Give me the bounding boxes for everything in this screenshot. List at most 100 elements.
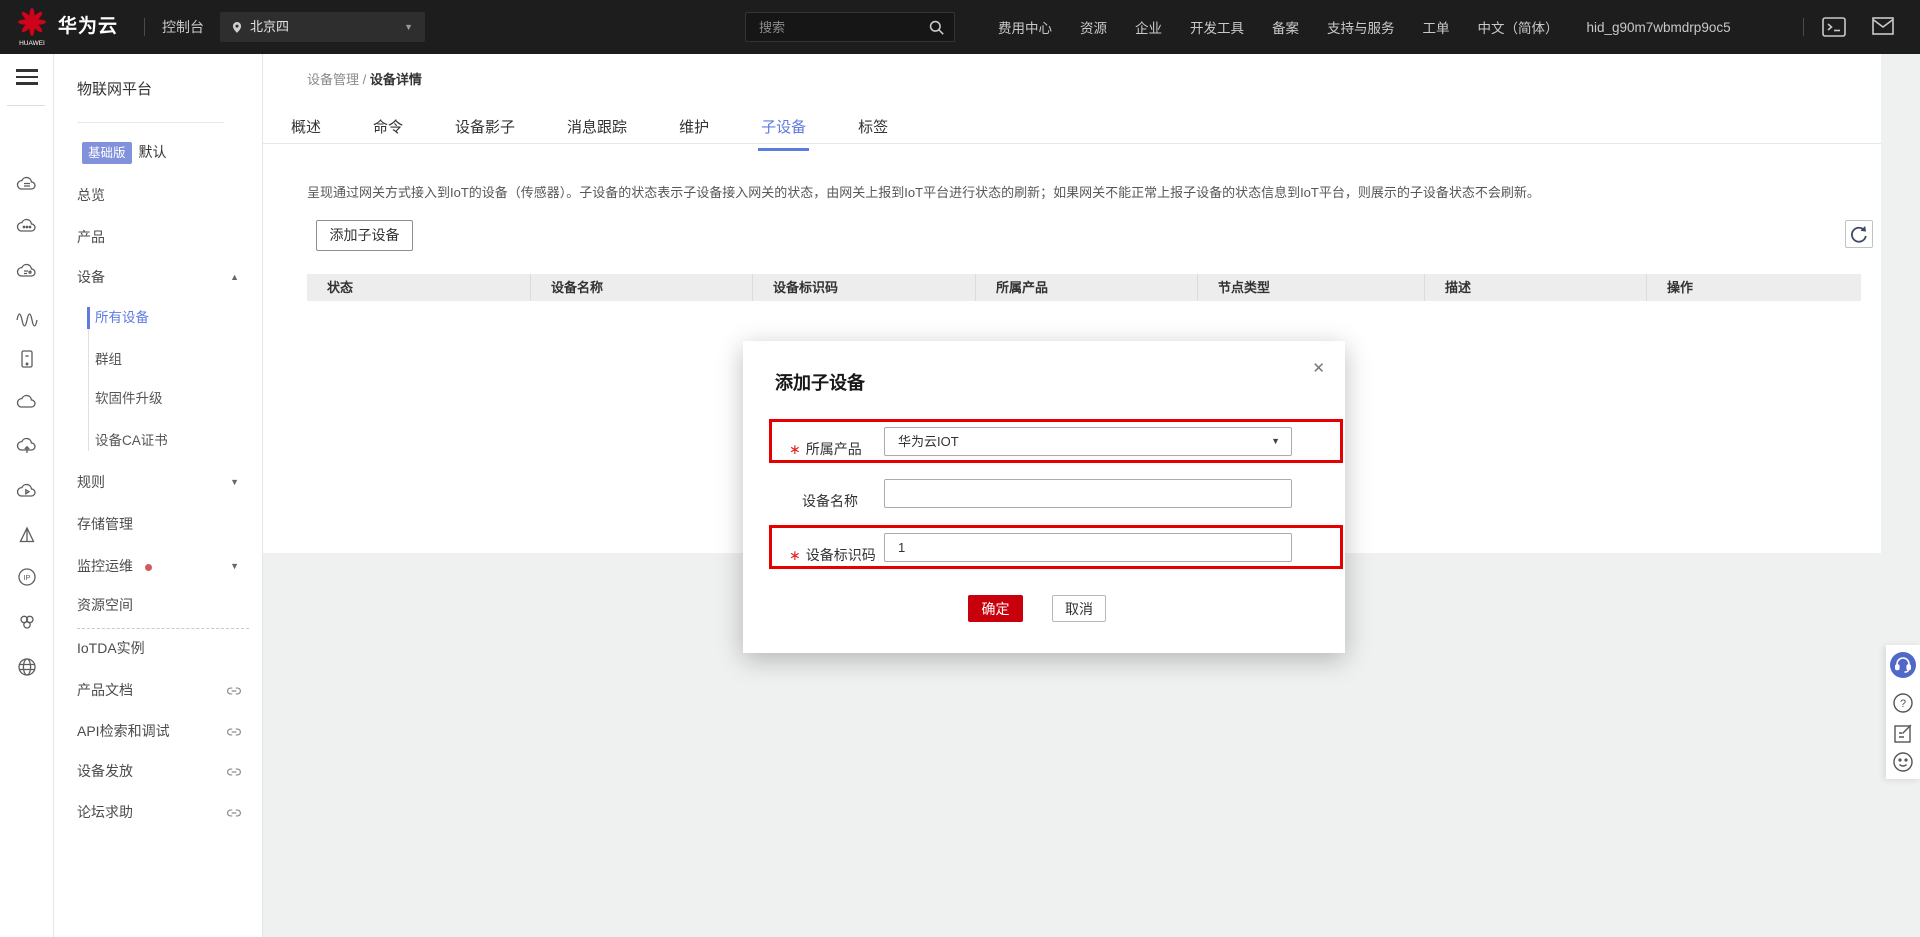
edition-badge: 基础版: [82, 142, 132, 164]
column-description[interactable]: 描述: [1425, 274, 1647, 301]
column-product[interactable]: 所属产品: [976, 274, 1198, 301]
terminal-icon[interactable]: [1822, 17, 1846, 42]
column-node-type[interactable]: 节点类型: [1198, 274, 1425, 301]
sidebar-item-api-explorer[interactable]: API检索和调试: [77, 721, 247, 741]
sidebar-item-overview[interactable]: 总览: [77, 185, 247, 205]
notification-dot: [145, 564, 152, 571]
region-selector[interactable]: 北京四 ▼: [220, 12, 425, 42]
sidebar-item-iotda-instance[interactable]: IoTDA实例: [77, 638, 247, 658]
account-id[interactable]: hid_g90m7wbmdrp9oc5: [1587, 20, 1731, 35]
sidebar-item-product-docs[interactable]: 产品文档: [77, 680, 247, 700]
feedback-icon[interactable]: [1890, 721, 1916, 747]
menu-billing[interactable]: 费用中心: [998, 17, 1052, 37]
add-child-device-button[interactable]: 添加子设备: [316, 220, 413, 251]
breadcrumb-parent[interactable]: 设备管理: [307, 72, 359, 87]
tab-child-devices[interactable]: 子设备: [758, 116, 809, 151]
sidebar-item-device-ca-cert[interactable]: 设备CA证书: [95, 431, 247, 451]
search-input[interactable]: [746, 13, 922, 41]
prism-icon[interactable]: [15, 524, 39, 548]
chevron-down-icon: ▼: [1271, 428, 1280, 455]
mobile-device-icon[interactable]: [15, 347, 39, 371]
cancel-button[interactable]: 取消: [1052, 595, 1106, 622]
required-asterisk: ∗: [789, 441, 801, 457]
breadcrumb-current: 设备详情: [370, 72, 422, 87]
breadcrumb-separator: /: [363, 72, 367, 87]
globe-icon[interactable]: [15, 655, 39, 679]
chevron-up-icon: ▲: [230, 267, 239, 287]
cloud-icon[interactable]: [15, 390, 39, 414]
tab-message-trace[interactable]: 消息跟踪: [564, 116, 630, 151]
cloud-server-icon[interactable]: [15, 172, 39, 196]
divider: [77, 122, 224, 123]
cloud-media-icon[interactable]: [15, 479, 39, 503]
device-identifier-input[interactable]: [884, 533, 1292, 562]
customer-service-icon[interactable]: [1890, 652, 1916, 678]
sidebar-title: 物联网平台: [77, 78, 152, 99]
tab-bar: 概述 命令 设备影子 消息跟踪 维护 子设备 标签: [288, 116, 891, 151]
edition-row: 基础版默认: [82, 142, 167, 162]
product-select[interactable]: 华为云IOT ▼: [884, 427, 1292, 456]
ip-address-icon[interactable]: IP: [15, 565, 39, 589]
device-name-input[interactable]: [884, 479, 1292, 508]
column-operation[interactable]: 操作: [1647, 274, 1861, 301]
floating-toolbar: ?: [1886, 645, 1920, 779]
svg-text:HUAWEI: HUAWEI: [19, 40, 45, 47]
huawei-logo-icon[interactable]: HUAWEI: [12, 6, 52, 48]
menu-enterprise[interactable]: 企业: [1135, 17, 1162, 37]
menu-ticket[interactable]: 工单: [1423, 17, 1450, 37]
brand-name[interactable]: 华为云: [58, 0, 118, 54]
sidebar-item-resource-space[interactable]: 资源空间: [77, 595, 247, 615]
cloud-dots-icon[interactable]: [15, 214, 39, 238]
rail-divider: [7, 105, 45, 106]
sidebar-item-storage[interactable]: 存储管理: [77, 514, 247, 534]
help-icon[interactable]: ?: [1890, 690, 1916, 716]
external-link-icon: [227, 724, 241, 744]
search-icon[interactable]: [927, 18, 946, 42]
sidebar-item-firmware-upgrade[interactable]: 软固件升级: [95, 389, 247, 409]
sidebar: 物联网平台 基础版默认 总览 产品 设备▲ 所有设备 群组 软固件升级 设备CA…: [54, 54, 263, 937]
table-header: 状态 设备名称 设备标识码 所属产品 节点类型 描述 操作: [307, 274, 1861, 301]
sidebar-item-devices[interactable]: 设备▲: [77, 267, 247, 287]
tab-overview[interactable]: 概述: [288, 116, 324, 151]
cloud-upload-icon[interactable]: [15, 434, 39, 458]
menu-icp[interactable]: 备案: [1272, 17, 1299, 37]
sidebar-item-monitoring[interactable]: 监控运维▼: [77, 556, 247, 576]
column-status[interactable]: 状态: [307, 274, 531, 301]
add-child-device-dialog: ✕ 添加子设备 ∗所属产品 华为云IOT ▼ 设备名称 ∗设备标识码 确定 取消: [743, 341, 1345, 653]
hamburger-menu-icon[interactable]: [16, 69, 38, 85]
tab-maintenance[interactable]: 维护: [676, 116, 712, 151]
menu-language[interactable]: 中文（简体）: [1478, 17, 1559, 37]
external-link-icon: [227, 764, 241, 784]
subnav-active-bar: [87, 307, 90, 329]
sidebar-item-all-devices[interactable]: 所有设备: [95, 308, 247, 328]
chevron-down-icon: ▼: [404, 12, 413, 42]
column-device-identifier[interactable]: 设备标识码: [753, 274, 976, 301]
user-group-icon[interactable]: [15, 610, 39, 634]
sidebar-item-forum-help[interactable]: 论坛求助: [77, 802, 247, 822]
edition-default-label: 默认: [139, 144, 167, 160]
close-icon[interactable]: ✕: [1312, 359, 1325, 377]
menu-resources[interactable]: 资源: [1080, 17, 1107, 37]
dashed-divider: [77, 628, 249, 629]
sidebar-item-device-provisioning[interactable]: 设备发放: [77, 761, 247, 781]
tab-device-shadow[interactable]: 设备影子: [452, 116, 518, 151]
product-field-label: ∗所属产品: [789, 439, 862, 459]
mail-icon[interactable]: [1872, 17, 1894, 40]
console-link[interactable]: 控制台: [162, 0, 204, 54]
tab-tags[interactable]: 标签: [855, 116, 891, 151]
tab-bar-border: [263, 143, 1881, 144]
chevron-down-icon: ▼: [230, 472, 239, 492]
waves-icon[interactable]: [15, 304, 39, 328]
cloud-settings-icon[interactable]: [15, 259, 39, 283]
tab-commands[interactable]: 命令: [370, 116, 406, 151]
sidebar-item-groups[interactable]: 群组: [95, 350, 247, 370]
sidebar-item-products[interactable]: 产品: [77, 227, 247, 247]
menu-support[interactable]: 支持与服务: [1327, 17, 1395, 37]
smiley-icon[interactable]: [1890, 749, 1916, 775]
refresh-button[interactable]: [1845, 220, 1873, 248]
menu-devtools[interactable]: 开发工具: [1190, 17, 1244, 37]
column-device-name[interactable]: 设备名称: [531, 274, 753, 301]
device-identifier-field-label: ∗设备标识码: [789, 545, 876, 565]
sidebar-item-rules[interactable]: 规则▼: [77, 472, 247, 492]
ok-button[interactable]: 确定: [968, 595, 1023, 622]
